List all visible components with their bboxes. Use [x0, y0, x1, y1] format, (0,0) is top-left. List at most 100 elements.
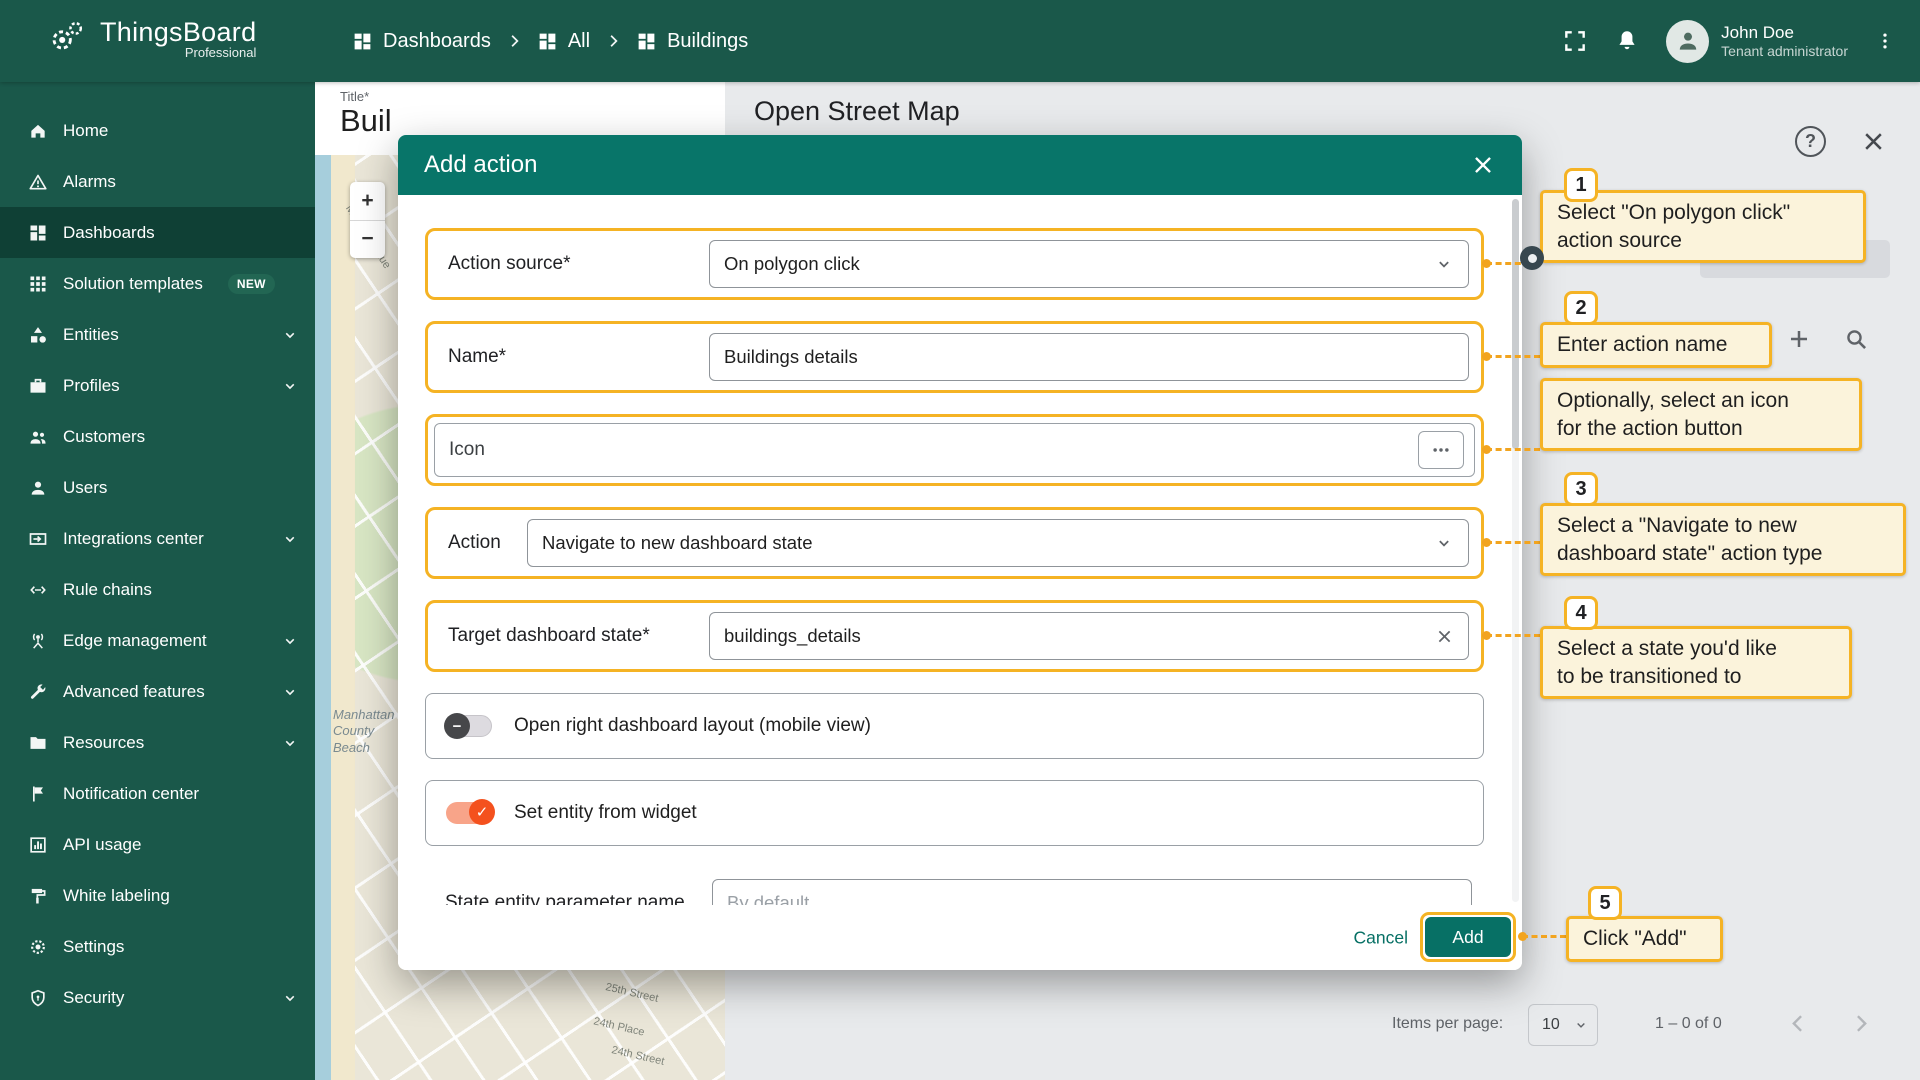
- close-dialog-icon[interactable]: [1470, 152, 1496, 178]
- target-state-select[interactable]: buildings_details: [709, 612, 1469, 660]
- help-icon[interactable]: [1795, 126, 1826, 157]
- zoom-in-button[interactable]: +: [350, 182, 385, 220]
- next-page-icon[interactable]: [1848, 1011, 1873, 1036]
- set-entity-label: Set entity from widget: [514, 802, 697, 824]
- app-root: ThingsBoard Professional Dashboards All …: [0, 0, 1920, 1080]
- search-icon[interactable]: [1843, 326, 1869, 352]
- dialog-title: Add action: [424, 151, 537, 179]
- icon-label: Icon: [449, 439, 485, 461]
- fullscreen-icon[interactable]: [1562, 28, 1588, 54]
- sidebar-item-profiles[interactable]: Profiles: [0, 360, 315, 411]
- clear-icon[interactable]: [1435, 627, 1454, 646]
- annotation-step4: Select a state you'd like to be transiti…: [1540, 626, 1852, 699]
- breadcrumb-buildings[interactable]: Buildings: [636, 30, 748, 53]
- advanced-features-icon: [28, 682, 48, 702]
- chevron-down-icon: [281, 989, 299, 1007]
- add-button[interactable]: Add: [1425, 917, 1511, 957]
- connector-step4: [1486, 634, 1540, 637]
- users-icon: [28, 478, 48, 498]
- sidebar-item-notification-center[interactable]: Notification center: [0, 768, 315, 819]
- sidebar-item-entities[interactable]: Entities: [0, 309, 315, 360]
- integrations-icon: [28, 529, 48, 549]
- rule-chains-icon: [28, 580, 48, 600]
- icon-row: Icon: [425, 414, 1484, 486]
- sidebar-item-users[interactable]: Users: [0, 462, 315, 513]
- action-name-label: Name*: [448, 346, 506, 368]
- add-icon[interactable]: [1786, 326, 1812, 352]
- action-source-select[interactable]: On polygon click: [709, 240, 1469, 288]
- mobile-layout-toggle[interactable]: [446, 715, 492, 737]
- breadcrumb-all[interactable]: All: [537, 30, 590, 53]
- widget-title: Open Street Map: [754, 96, 960, 127]
- kebab-menu-icon[interactable]: [1874, 30, 1896, 52]
- sidebar-item-api-usage[interactable]: API usage: [0, 819, 315, 870]
- title-field-value[interactable]: Buil: [340, 103, 392, 139]
- resources-icon: [28, 733, 48, 753]
- chevron-down-icon: [281, 734, 299, 752]
- sidebar-item-customers[interactable]: Customers: [0, 411, 315, 462]
- alarm-icon: [28, 172, 48, 192]
- sidebar-item-rule-chains[interactable]: Rule chains: [0, 564, 315, 615]
- sidebar-item-home[interactable]: Home: [0, 105, 315, 156]
- connector-icon-tip: [1486, 448, 1540, 451]
- sidebar-item-alarms[interactable]: Alarms: [0, 156, 315, 207]
- action-source-row: Action source* On polygon click: [425, 228, 1484, 300]
- cancel-button[interactable]: Cancel: [1354, 927, 1408, 948]
- logo-subtitle: Professional: [185, 45, 257, 60]
- top-bar: ThingsBoard Professional Dashboards All …: [0, 0, 1920, 82]
- annotation-step2: Enter action name: [1540, 322, 1772, 368]
- sidebar-item-advanced-features[interactable]: Advanced features: [0, 666, 315, 717]
- logo-title: ThingsBoard: [100, 17, 256, 48]
- white-labeling-icon: [28, 886, 48, 906]
- sidebar-item-solution-templates[interactable]: Solution templates NEW: [0, 258, 315, 309]
- apps-icon: [28, 274, 48, 294]
- chevron-down-icon: [281, 530, 299, 548]
- user-menu[interactable]: John Doe Tenant administrator: [1666, 20, 1848, 63]
- breadcrumb-dashboards[interactable]: Dashboards: [352, 30, 491, 53]
- add-action-dialog: Add action Action source* On polygon cli…: [398, 135, 1522, 970]
- sidebar-item-white-labeling[interactable]: White labeling: [0, 870, 315, 921]
- step-badge-5: 5: [1588, 886, 1622, 920]
- add-button-highlight: Add: [1420, 912, 1516, 962]
- set-entity-toggle[interactable]: [446, 802, 492, 824]
- sidebar-item-integrations-center[interactable]: Integrations center: [0, 513, 315, 564]
- customers-icon: [28, 427, 48, 447]
- sidebar-item-dashboards[interactable]: Dashboards: [0, 207, 315, 258]
- action-name-row: Name* Buildings details: [425, 321, 1484, 393]
- sidebar-item-edge-management[interactable]: Edge management: [0, 615, 315, 666]
- annotation-step3: Select a "Navigate to new dashboard stat…: [1540, 503, 1906, 576]
- close-panel-icon[interactable]: [1860, 128, 1887, 155]
- items-per-page-select[interactable]: 10: [1528, 1004, 1598, 1046]
- notification-icon: [28, 784, 48, 804]
- chevron-down-icon: [1434, 254, 1454, 274]
- new-badge: NEW: [228, 274, 275, 294]
- select-icon-button[interactable]: [1418, 431, 1464, 469]
- notifications-bell-icon[interactable]: [1614, 28, 1640, 54]
- action-type-label: Action: [448, 532, 501, 554]
- sidebar-item-settings[interactable]: Settings: [0, 921, 315, 972]
- action-type-select[interactable]: Navigate to new dashboard state: [527, 519, 1469, 567]
- step-badge-3: 3: [1564, 472, 1598, 506]
- home-icon: [28, 121, 48, 141]
- more-dots-icon: [1430, 439, 1452, 461]
- connector-step3: [1486, 541, 1540, 544]
- step-badge-2: 2: [1564, 291, 1598, 325]
- chevron-right-icon: [604, 32, 622, 50]
- thingsboard-logo-icon: [44, 15, 90, 61]
- zoom-out-button[interactable]: −: [350, 221, 385, 259]
- step-badge-4: 4: [1564, 596, 1598, 630]
- thingsboard-logo[interactable]: ThingsBoard Professional: [44, 15, 256, 61]
- entities-icon: [28, 325, 48, 345]
- previous-page-icon[interactable]: [1786, 1011, 1811, 1036]
- map-zoom-control: + −: [350, 182, 385, 258]
- tour-beacon-icon: [1520, 246, 1544, 270]
- api-usage-icon: [28, 835, 48, 855]
- avatar: [1666, 20, 1709, 63]
- settings-gear-icon: [28, 937, 48, 957]
- sidebar-item-security[interactable]: Security: [0, 972, 315, 1023]
- sidebar-item-resources[interactable]: Resources: [0, 717, 315, 768]
- action-name-input[interactable]: Buildings details: [709, 333, 1469, 381]
- dashboards-icon: [28, 223, 48, 243]
- dialog-scrollbar[interactable]: [1512, 199, 1519, 902]
- map-label-manhattan-county-beach: Manhattan County Beach: [333, 707, 394, 756]
